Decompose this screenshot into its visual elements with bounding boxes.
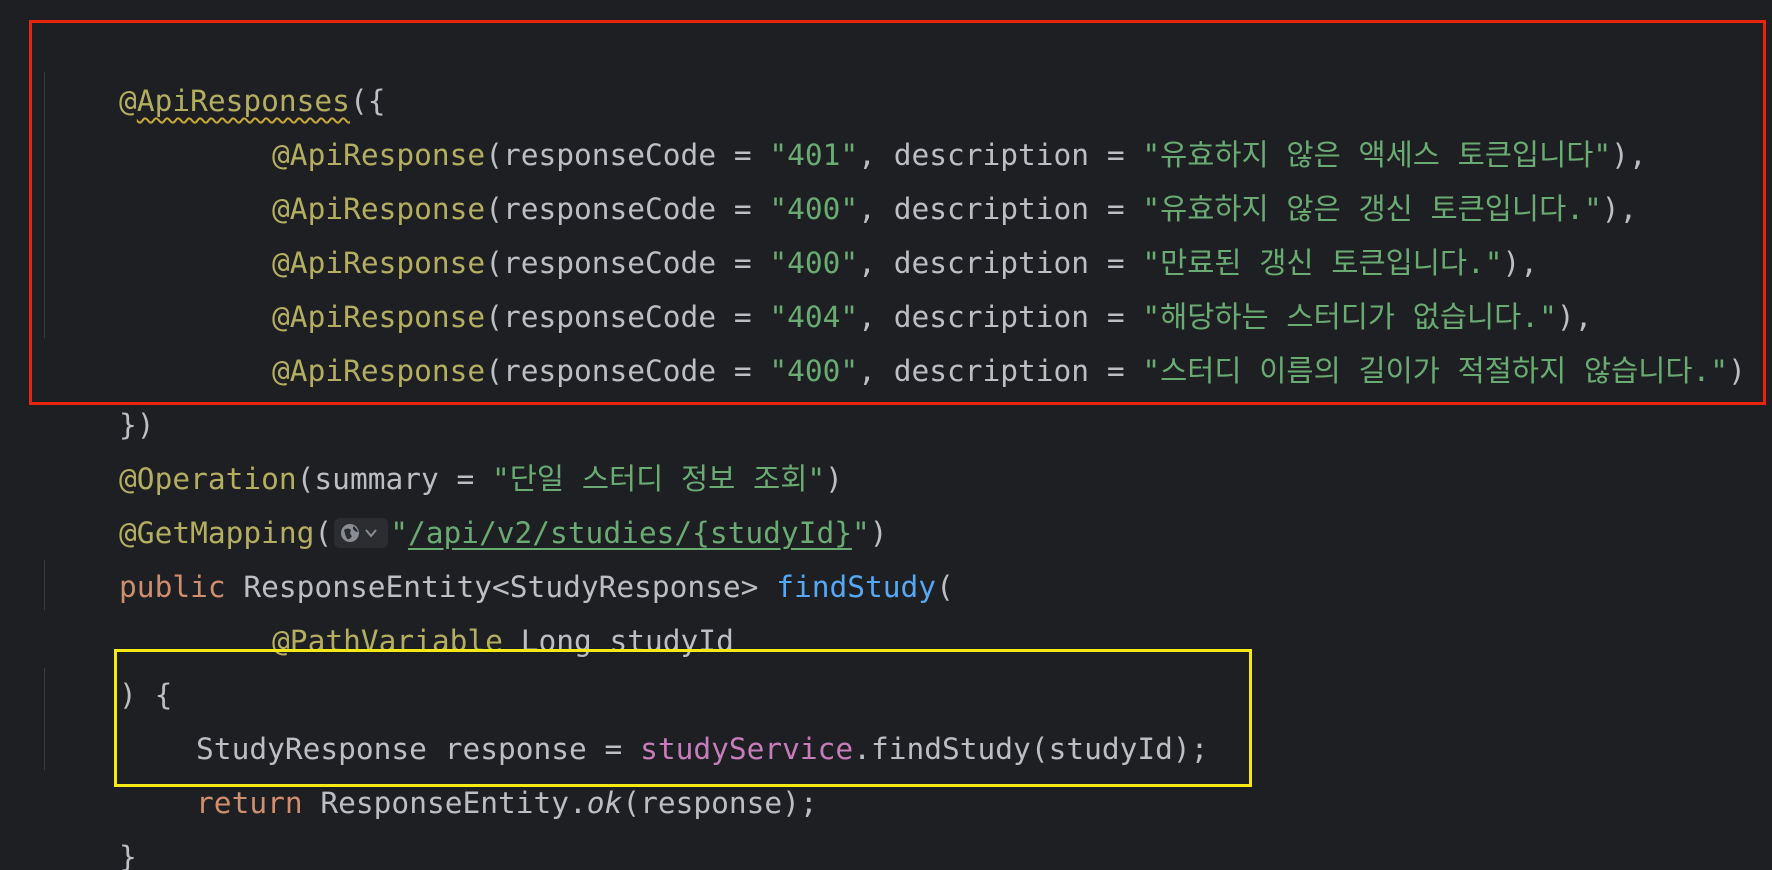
code-line-11: @PathVariable Long studyId — [201, 560, 734, 658]
indent-guide — [44, 560, 45, 610]
code-line-10: public ResponseEntity<StudyResponse> fin… — [48, 506, 954, 604]
method-ok: ok — [586, 786, 623, 820]
code-text: (response); — [622, 786, 818, 820]
highlight-box-yellow — [114, 649, 1252, 787]
code-text: } — [119, 840, 137, 870]
indent-guide — [44, 668, 45, 770]
code-editor[interactable]: @ApiResponses({ @ApiResponse(responseCod… — [0, 0, 1772, 870]
keyword-return: return — [196, 786, 303, 820]
highlight-box-red — [29, 20, 1766, 405]
method-name[interactable]: findStudy — [776, 570, 936, 604]
code-text: ( — [936, 570, 954, 604]
code-line-9: @GetMapping( "/api/v2/studies/{studyId}"… — [48, 452, 887, 550]
code-line-8: @Operation(summary = "단일 스터디 정보 조회") — [48, 398, 843, 496]
code-text: ResponseEntity. — [302, 786, 587, 820]
